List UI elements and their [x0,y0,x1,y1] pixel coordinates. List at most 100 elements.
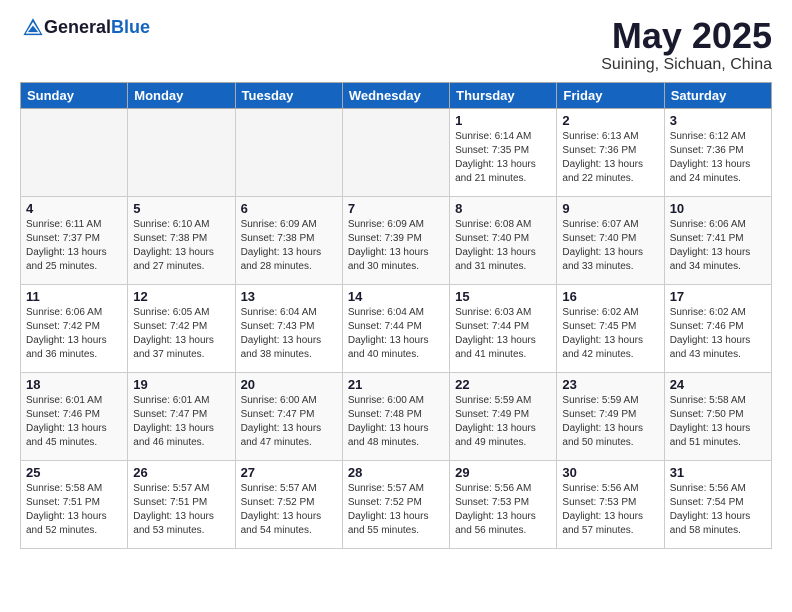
calendar-cell: 26Sunrise: 5:57 AM Sunset: 7:51 PM Dayli… [128,460,235,548]
day-number: 10 [670,201,766,216]
day-number: 11 [26,289,122,304]
cell-info: Sunrise: 6:05 AM Sunset: 7:42 PM Dayligh… [133,306,229,362]
cell-info: Sunrise: 5:59 AM Sunset: 7:49 PM Dayligh… [455,394,551,450]
cell-info: Sunrise: 6:00 AM Sunset: 7:47 PM Dayligh… [241,394,337,450]
cell-info: Sunrise: 6:06 AM Sunset: 7:42 PM Dayligh… [26,306,122,362]
day-number: 29 [455,465,551,480]
calendar-cell: 5Sunrise: 6:10 AM Sunset: 7:38 PM Daylig… [128,196,235,284]
week-row-1: 1 Sunrise: 6:14 AM Sunset: 7:35 PM Daylig… [21,108,772,196]
calendar-cell: 2Sunrise: 6:13 AM Sunset: 7:36 PM Daylig… [557,108,664,196]
calendar-cell: 12 Sunrise: 6:05 AM Sunset: 7:42 PM Dayli… [128,284,235,372]
calendar-cell: 20 Sunrise: 6:00 AM Sunset: 7:47 PM Dayli… [235,372,342,460]
day-number: 19 [133,377,229,392]
day-number: 6 [241,201,337,216]
day-number: 13 [241,289,337,304]
calendar-cell: 22 Sunrise: 5:59 AM Sunset: 7:49 PM Dayli… [450,372,557,460]
calendar-cell: 13 Sunrise: 6:04 AM Sunset: 7:43 PM Dayli… [235,284,342,372]
calendar-cell: 9Sunrise: 6:07 AM Sunset: 7:40 PM Daylig… [557,196,664,284]
cell-info: Sunrise: 6:09 AM Sunset: 7:38 PM Dayligh… [241,218,337,274]
calendar-cell: 6 Sunrise: 6:09 AM Sunset: 7:38 PM Daylig… [235,196,342,284]
weekday-header-tuesday: Tuesday [235,82,342,108]
calendar-cell: 3 Sunrise: 6:12 AM Sunset: 7:36 PM Daylig… [664,108,771,196]
calendar-table: SundayMondayTuesdayWednesdayThursdayFrid… [20,82,772,549]
day-number: 3 [670,113,766,128]
cell-info: Sunrise: 6:07 AM Sunset: 7:40 PM Dayligh… [562,218,658,274]
calendar-cell: 23 Sunrise: 5:59 AM Sunset: 7:49 PM Dayli… [557,372,664,460]
cell-info: Sunrise: 6:02 AM Sunset: 7:46 PM Dayligh… [670,306,766,362]
day-number: 8 [455,201,551,216]
cell-info: Sunrise: 5:58 AM Sunset: 7:51 PM Dayligh… [26,482,122,538]
calendar-page: GeneralBlue May 2025 Suining, Sichuan, C… [0,0,792,565]
day-number: 14 [348,289,444,304]
cell-info: Sunrise: 5:56 AM Sunset: 7:53 PM Dayligh… [562,482,658,538]
week-row-5: 25 Sunrise: 5:58 AM Sunset: 7:51 PM Dayli… [21,460,772,548]
day-number: 15 [455,289,551,304]
cell-info: Sunrise: 6:01 AM Sunset: 7:47 PM Dayligh… [133,394,229,450]
weekday-header-friday: Friday [557,82,664,108]
day-number: 17 [670,289,766,304]
cell-info: Sunrise: 6:08 AM Sunset: 7:40 PM Dayligh… [455,218,551,274]
cell-info: Sunrise: 5:56 AM Sunset: 7:53 PM Dayligh… [455,482,551,538]
calendar-cell [128,108,235,196]
weekday-header-thursday: Thursday [450,82,557,108]
calendar-cell: 27 Sunrise: 5:57 AM Sunset: 7:52 PM Dayli… [235,460,342,548]
day-number: 26 [133,465,229,480]
logo: GeneralBlue [20,16,150,38]
calendar-cell: 28 Sunrise: 5:57 AM Sunset: 7:52 PM Dayli… [342,460,449,548]
week-row-4: 18 Sunrise: 6:01 AM Sunset: 7:46 PM Dayli… [21,372,772,460]
day-number: 21 [348,377,444,392]
day-number: 24 [670,377,766,392]
day-number: 22 [455,377,551,392]
calendar-cell: 29 Sunrise: 5:56 AM Sunset: 7:53 PM Dayli… [450,460,557,548]
weekday-header-row: SundayMondayTuesdayWednesdayThursdayFrid… [21,82,772,108]
day-number: 2 [562,113,658,128]
calendar-cell: 21Sunrise: 6:00 AM Sunset: 7:48 PM Dayli… [342,372,449,460]
weekday-header-wednesday: Wednesday [342,82,449,108]
logo-general: General [44,17,111,38]
cell-info: Sunrise: 5:58 AM Sunset: 7:50 PM Dayligh… [670,394,766,450]
weekday-header-monday: Monday [128,82,235,108]
cell-info: Sunrise: 5:59 AM Sunset: 7:49 PM Dayligh… [562,394,658,450]
cell-info: Sunrise: 6:12 AM Sunset: 7:36 PM Dayligh… [670,130,766,186]
cell-info: Sunrise: 6:04 AM Sunset: 7:43 PM Dayligh… [241,306,337,362]
logo-icon [22,16,44,38]
day-number: 31 [670,465,766,480]
cell-info: Sunrise: 5:56 AM Sunset: 7:54 PM Dayligh… [670,482,766,538]
calendar-subtitle: Suining, Sichuan, China [601,56,772,74]
cell-info: Sunrise: 6:03 AM Sunset: 7:44 PM Dayligh… [455,306,551,362]
day-number: 1 [455,113,551,128]
day-number: 20 [241,377,337,392]
calendar-cell: 7Sunrise: 6:09 AM Sunset: 7:39 PM Daylig… [342,196,449,284]
calendar-cell: 18 Sunrise: 6:01 AM Sunset: 7:46 PM Dayli… [21,372,128,460]
calendar-cell: 10Sunrise: 6:06 AM Sunset: 7:41 PM Dayli… [664,196,771,284]
calendar-cell: 8 Sunrise: 6:08 AM Sunset: 7:40 PM Daylig… [450,196,557,284]
calendar-cell: 16 Sunrise: 6:02 AM Sunset: 7:45 PM Dayli… [557,284,664,372]
calendar-cell: 11 Sunrise: 6:06 AM Sunset: 7:42 PM Dayli… [21,284,128,372]
day-number: 28 [348,465,444,480]
day-number: 30 [562,465,658,480]
cell-info: Sunrise: 6:01 AM Sunset: 7:46 PM Dayligh… [26,394,122,450]
cell-info: Sunrise: 6:14 AM Sunset: 7:35 PM Dayligh… [455,130,551,186]
cell-info: Sunrise: 6:09 AM Sunset: 7:39 PM Dayligh… [348,218,444,274]
day-number: 16 [562,289,658,304]
day-number: 25 [26,465,122,480]
logo-blue: Blue [111,17,150,38]
day-number: 5 [133,201,229,216]
day-number: 18 [26,377,122,392]
calendar-cell: 31 Sunrise: 5:56 AM Sunset: 7:54 PM Dayli… [664,460,771,548]
weekday-header-saturday: Saturday [664,82,771,108]
cell-info: Sunrise: 5:57 AM Sunset: 7:52 PM Dayligh… [348,482,444,538]
cell-info: Sunrise: 6:11 AM Sunset: 7:37 PM Dayligh… [26,218,122,274]
calendar-cell: 24 Sunrise: 5:58 AM Sunset: 7:50 PM Dayli… [664,372,771,460]
calendar-cell [235,108,342,196]
day-number: 27 [241,465,337,480]
calendar-cell: 4Sunrise: 6:11 AM Sunset: 7:37 PM Daylig… [21,196,128,284]
calendar-cell: 14Sunrise: 6:04 AM Sunset: 7:44 PM Dayli… [342,284,449,372]
cell-info: Sunrise: 5:57 AM Sunset: 7:52 PM Dayligh… [241,482,337,538]
day-number: 23 [562,377,658,392]
day-number: 12 [133,289,229,304]
week-row-3: 11 Sunrise: 6:06 AM Sunset: 7:42 PM Dayli… [21,284,772,372]
header: GeneralBlue May 2025 Suining, Sichuan, C… [20,16,772,74]
cell-info: Sunrise: 6:02 AM Sunset: 7:45 PM Dayligh… [562,306,658,362]
calendar-cell [342,108,449,196]
